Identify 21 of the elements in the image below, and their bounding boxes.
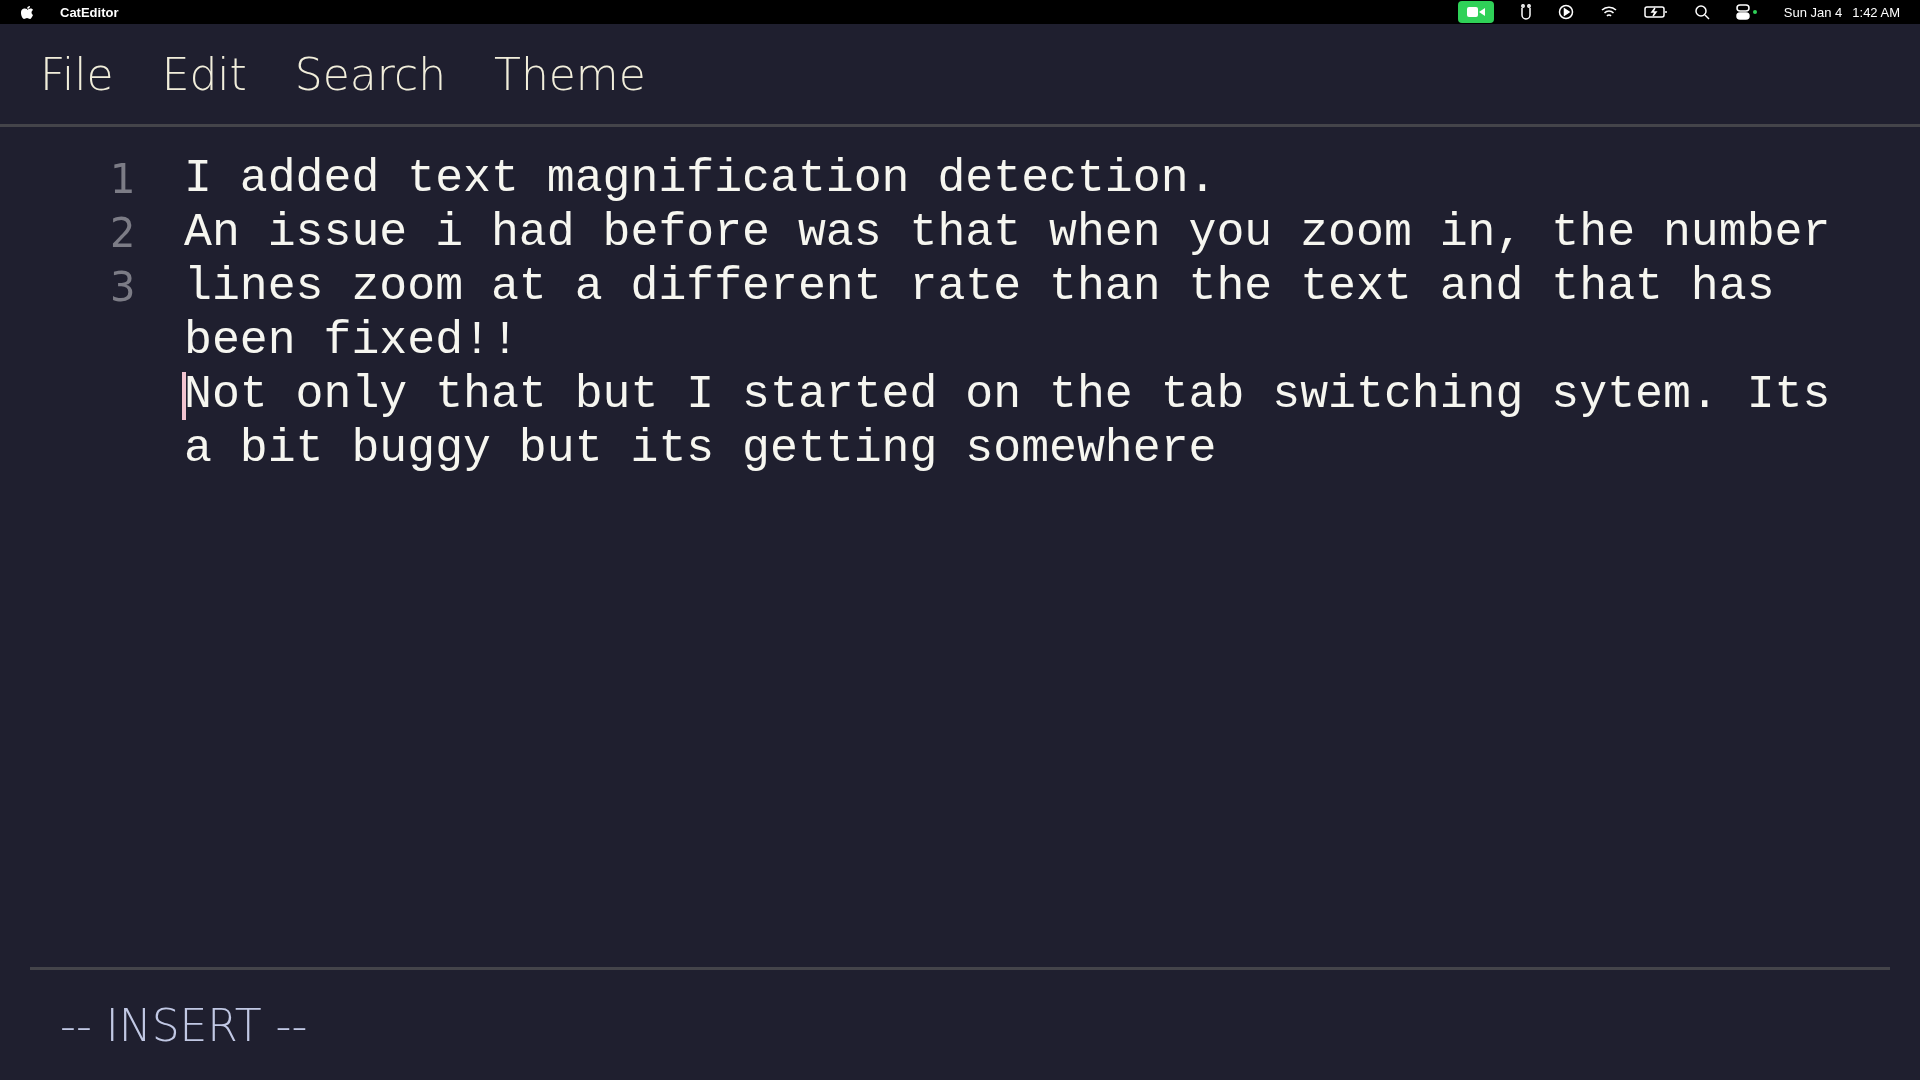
app-name[interactable]: CatEditor xyxy=(60,4,119,20)
menu-item[interactable]: File xyxy=(40,48,114,100)
line-text: An issue i had before was that when you zoom in, the number lines zoom at a different rate than the text and that has been fixed!! xyxy=(184,206,1832,368)
line-text: Not only that but I started on the tab switching sytem. Its a bit buggy but its getting somewhere xyxy=(184,368,1832,476)
line-number: 2 xyxy=(109,209,137,258)
control-center-icon[interactable] xyxy=(1735,4,1758,20)
play-icon[interactable] xyxy=(1557,4,1574,20)
search-icon[interactable] xyxy=(1693,4,1710,20)
battery-icon[interactable] xyxy=(1643,4,1668,20)
line-number: 1 xyxy=(109,155,137,204)
mode-indicator: -- INSERT -- xyxy=(60,999,308,1051)
menu-bar-date: Sun Jan 4 xyxy=(1783,4,1843,20)
menu-bar-time: 1:42 AM xyxy=(1852,4,1900,20)
camera-icon[interactable] xyxy=(1457,1,1494,23)
menu-item[interactable]: Search xyxy=(294,48,447,100)
menu-item[interactable]: Edit xyxy=(161,48,247,100)
menu-item[interactable]: Theme xyxy=(494,48,646,100)
tool-icon[interactable] xyxy=(1519,4,1532,20)
line-text: I added text magnification detection. xyxy=(184,152,1218,206)
apple-logo-icon[interactable] xyxy=(20,4,34,20)
line-number: 3 xyxy=(109,263,137,312)
